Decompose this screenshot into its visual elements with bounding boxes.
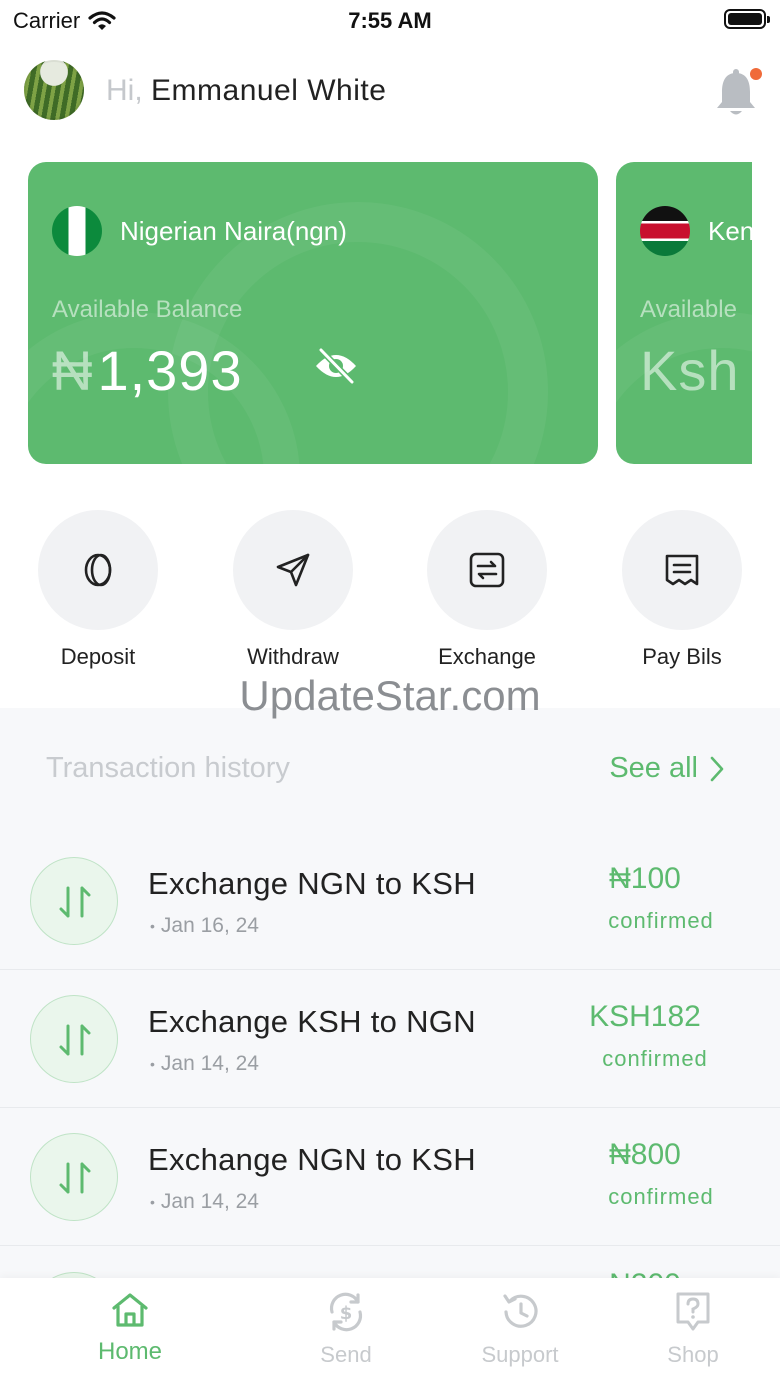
transaction-row[interactable]: Exchange NGN to KSH Jan 14, 24 ₦800 conf… <box>0 1108 780 1246</box>
transaction-status: confirmed <box>608 908 714 933</box>
card-currency: Ken <box>708 216 752 246</box>
tab-support[interactable]: Support <box>440 1290 600 1368</box>
send-arrow-icon <box>276 553 310 587</box>
help-icon <box>676 1292 710 1331</box>
withdraw-label: Withdraw <box>247 644 339 669</box>
notifications-button[interactable] <box>714 64 764 118</box>
transaction-name: Exchange NGN to KSH <box>148 1142 476 1177</box>
transaction-name: Exchange NGN to KSH <box>148 866 476 901</box>
transaction-date: Jan 14, 24 <box>150 1052 259 1076</box>
home-icon <box>112 1293 148 1327</box>
transaction-history-title: Transaction history <box>46 752 290 784</box>
transaction-status: confirmed <box>608 1184 714 1209</box>
card-balance: ₦1,393 <box>52 338 243 403</box>
history-clock-icon <box>503 1294 538 1328</box>
transaction-list: Exchange NGN to KSH Jan 16, 24 ₦100 conf… <box>0 832 780 1360</box>
tab-send-label: Send <box>320 1342 372 1367</box>
greeting-prefix: Hi, <box>106 74 143 107</box>
balance-amount: 1,393 <box>97 339 243 402</box>
exchange-button[interactable]: Exchange <box>407 510 567 670</box>
tab-home[interactable]: Home <box>50 1290 210 1366</box>
tab-support-label: Support <box>481 1342 559 1367</box>
exchange-arrows-icon <box>30 995 118 1083</box>
user-name: Emmanuel White <box>151 74 387 107</box>
notification-badge <box>750 68 762 80</box>
withdraw-button[interactable]: Withdraw <box>213 510 373 670</box>
battery-icon <box>724 9 770 29</box>
greeting: Hi, Emmanuel White <box>106 74 386 108</box>
watermark: UpdateStar.com <box>239 672 541 719</box>
kenya-flag-icon <box>640 206 690 256</box>
coin-icon <box>84 553 112 587</box>
card-balance-label: Available <box>640 296 737 323</box>
tab-send[interactable]: $ Send <box>266 1290 426 1368</box>
currency-symbol: ₦ <box>52 339 94 402</box>
pay-bills-button[interactable]: Pay Bils <box>602 510 762 670</box>
status-bar: Carrier 7:55 AM <box>0 0 780 40</box>
card-currency: Nigerian Naira(ngn) <box>120 216 347 246</box>
transaction-amount: ₦100 <box>609 862 681 895</box>
exchange-icon <box>469 552 505 588</box>
tab-bar: Home $ Send Support Shop <box>0 1278 780 1387</box>
transaction-name: Exchange KSH to NGN <box>148 1004 476 1039</box>
deposit-label: Deposit <box>60 644 136 669</box>
exchange-icon-circle <box>427 510 547 630</box>
exchange-label: Exchange <box>438 644 536 669</box>
wallet-card-ngn[interactable]: Nigerian Naira(ngn) Available Balance ₦1… <box>28 162 598 464</box>
card-balance: Ksh <box>640 339 740 402</box>
transaction-date: Jan 16, 24 <box>150 914 259 938</box>
nigeria-flag-icon <box>52 206 102 256</box>
transaction-amount: KSH182 <box>589 1000 701 1033</box>
wallet-carousel[interactable]: Nigerian Naira(ngn) Available Balance ₦1… <box>28 162 752 464</box>
tab-home-label: Home <box>97 1338 163 1365</box>
eye-off-icon <box>316 347 356 385</box>
deposit-button[interactable]: Deposit <box>18 510 178 670</box>
chevron-right-icon <box>710 756 724 781</box>
transaction-date: Jan 14, 24 <box>150 1190 259 1214</box>
exchange-arrows-icon <box>30 857 118 945</box>
transaction-row[interactable]: Exchange KSH to NGN Jan 14, 24 KSH182 co… <box>0 970 780 1108</box>
withdraw-icon-circle <box>233 510 353 630</box>
hide-balance-button[interactable] <box>312 346 360 386</box>
quick-actions: Deposit Withdraw Exchange Pay Bils <box>0 510 780 670</box>
transaction-amount: ₦800 <box>609 1138 681 1171</box>
svg-text:$: $ <box>340 1303 353 1324</box>
tab-shop-label: Shop <box>667 1342 719 1367</box>
card-balance-label: Available Balance <box>52 296 243 323</box>
exchange-arrows-icon <box>30 1133 118 1221</box>
clock: 7:55 AM <box>348 8 432 33</box>
tab-shop[interactable]: Shop <box>613 1290 773 1368</box>
header: Hi, Emmanuel White <box>24 60 764 122</box>
pay-bills-icon-circle <box>622 510 742 630</box>
receipt-icon <box>665 554 699 586</box>
deposit-icon-circle <box>38 510 158 630</box>
see-all-button[interactable]: See all <box>609 752 724 785</box>
see-all-label: See all <box>609 752 698 784</box>
transaction-status: confirmed <box>602 1046 708 1071</box>
avatar[interactable] <box>24 60 84 120</box>
wallet-card-ksh[interactable]: Ken Available Ksh <box>616 162 752 464</box>
send-money-icon: $ <box>329 1292 363 1332</box>
transaction-row[interactable]: Exchange NGN to KSH Jan 16, 24 ₦100 conf… <box>0 832 780 970</box>
pay-bills-label: Pay Bils <box>642 644 722 669</box>
